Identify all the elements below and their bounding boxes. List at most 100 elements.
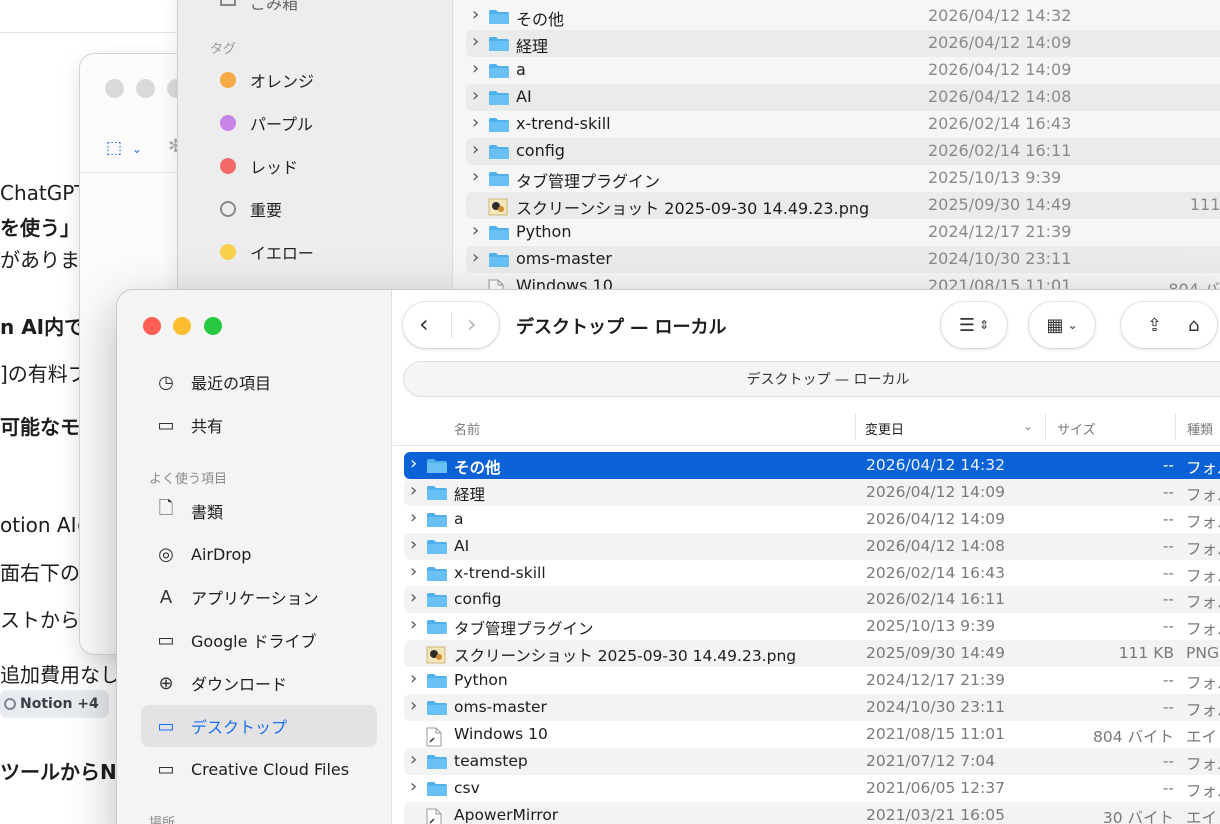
disclosure-chevron-icon[interactable]: › xyxy=(410,561,417,582)
chevron-down-icon[interactable]: ⌄ xyxy=(132,142,142,156)
file-size: -- xyxy=(1162,563,1174,582)
window-button-inactive[interactable] xyxy=(105,79,124,98)
file-row[interactable]: › 経理 2026/04/12 14:09 -- フォル xyxy=(404,478,1220,506)
file-row[interactable]: › teamstep 2021/07/12 7:04 -- フォル xyxy=(404,747,1220,775)
close-button[interactable] xyxy=(143,317,161,335)
tag-icon[interactable]: ⌂ xyxy=(1188,315,1199,336)
column-size[interactable]: サイズ xyxy=(1057,419,1096,438)
file-row[interactable]: › x-trend-skill 2026/02/14 16:43 -- フォル xyxy=(404,560,1220,587)
disclosure-chevron-icon[interactable]: › xyxy=(472,220,479,241)
file-row[interactable]: › Python 2024/12/17 21:39 -- xyxy=(466,219,1220,246)
file-row[interactable]: › タブ管理プラグイン 2025/10/13 9:39 -- フォル xyxy=(404,613,1220,640)
file-row[interactable]: › oms-master 2024/10/30 23:11 -- xyxy=(466,246,1220,273)
file-size: -- xyxy=(1162,671,1174,690)
disclosure-chevron-icon[interactable]: › xyxy=(410,776,417,797)
file-row[interactable]: › AI 2026/04/12 14:08 -- フォル xyxy=(404,532,1220,560)
disclosure-chevron-icon[interactable]: › xyxy=(472,112,479,133)
sidebar-item-airdrop[interactable]: ◎ AirDrop xyxy=(141,533,377,575)
disclosure-chevron-icon[interactable]: › xyxy=(472,58,479,79)
file-size: -- xyxy=(1156,249,1220,268)
file-row[interactable]: › a 2026/04/12 14:09 -- フォル xyxy=(404,506,1220,533)
file-row[interactable]: › タブ管理プラグイン 2025/10/13 9:39 -- xyxy=(466,165,1220,192)
file-row[interactable]: › その他 2026/04/12 14:32 -- フォル xyxy=(404,452,1220,479)
file-row[interactable]: ApowerMirror 2021/03/21 16:05 30 バイトエイリ xyxy=(404,801,1220,824)
file-size: -- xyxy=(1162,751,1174,770)
file-row[interactable]: › oms-master 2024/10/30 23:11 -- フォル xyxy=(404,694,1220,721)
disclosure-chevron-icon[interactable]: › xyxy=(472,85,479,106)
sort-chevron-icon[interactable]: ⌄ xyxy=(1023,419,1033,433)
disclosure-chevron-icon[interactable]: › xyxy=(410,749,417,770)
file-row[interactable]: › 経理 2026/04/12 14:09 -- xyxy=(466,30,1220,57)
back-arrow-icon[interactable]: ‹ xyxy=(419,310,429,338)
disclosure-chevron-icon[interactable]: › xyxy=(410,534,417,555)
disclosure-chevron-icon[interactable]: › xyxy=(410,587,417,608)
back-file-list: › その他 2026/04/12 14:32 -- › 経理 2026/04/12 14:0… xyxy=(466,3,1220,300)
tag-item-yellow[interactable]: イエロー xyxy=(220,240,314,264)
disclosure-chevron-icon[interactable]: › xyxy=(472,247,479,268)
column-date[interactable]: 変更日 xyxy=(865,419,904,438)
view-options-button[interactable]: ☰ ⇕ xyxy=(941,302,1007,348)
file-row[interactable]: › AI 2026/04/12 14:08 -- xyxy=(466,84,1220,111)
column-separator xyxy=(1175,414,1176,440)
alias-file-icon xyxy=(426,808,442,824)
doc-tag-chip[interactable]: Notion +4 xyxy=(0,690,109,718)
file-row[interactable]: › x-trend-skill 2026/02/14 16:43 -- xyxy=(466,111,1220,138)
sidebar-item-documents[interactable]: 🗋 書類 xyxy=(141,490,377,532)
tag-item-red[interactable]: レッド xyxy=(220,154,298,178)
sidebar-item-creative-cloud[interactable]: ▭ Creative Cloud Files xyxy=(141,748,377,790)
file-size: -- xyxy=(1162,617,1174,636)
group-button[interactable]: ▦ ⌄ xyxy=(1029,302,1095,348)
disclosure-chevron-icon[interactable]: › xyxy=(472,166,479,187)
column-name[interactable]: 名前 xyxy=(454,419,480,438)
forward-arrow-icon[interactable]: › xyxy=(467,310,477,338)
path-bar[interactable]: デスクトップ — ローカル xyxy=(403,361,1220,397)
file-row[interactable]: スクリーンショット 2025-09-30 14.49.23.png 2025/09… xyxy=(466,192,1220,219)
tag-item-orange[interactable]: オレンジ xyxy=(220,68,314,92)
file-size: -- xyxy=(1156,114,1220,133)
file-row[interactable]: スクリーンショット 2025-09-30 14.49.23.png 2025/09… xyxy=(404,640,1220,668)
sidebar-item-label: 共有 xyxy=(191,417,224,436)
disclosure-chevron-icon[interactable]: › xyxy=(410,695,417,716)
sidebar-item-trash[interactable]: ごみ箱 xyxy=(250,0,298,14)
file-date: 2026/04/12 14:08 xyxy=(928,87,1072,106)
file-row[interactable]: Windows 10 2021/08/15 11:01 804 バイトエイリ xyxy=(404,721,1220,748)
file-row[interactable]: › csv 2021/06/05 12:37 -- フォル xyxy=(404,775,1220,802)
disclosure-chevron-icon[interactable]: › xyxy=(410,507,417,528)
disclosure-chevron-icon[interactable]: › xyxy=(472,139,479,160)
folder-icon xyxy=(426,512,448,532)
folder-icon xyxy=(426,485,448,505)
disclosure-chevron-icon[interactable]: › xyxy=(472,31,479,52)
tag-item-purple[interactable]: パープル xyxy=(220,111,313,135)
file-row[interactable]: › Python 2024/12/17 21:39 -- フォル xyxy=(404,667,1220,694)
disclosure-chevron-icon[interactable]: › xyxy=(410,453,417,474)
sidebar-item-shared[interactable]: ▭ 共有 xyxy=(141,404,377,446)
file-date: 2026/04/12 14:09 xyxy=(928,33,1072,52)
sidebar-item-desktop[interactable]: ▭ デスクトップ xyxy=(141,705,377,747)
sidebar-item-applications[interactable]: A アプリケーション xyxy=(141,576,377,618)
disclosure-chevron-icon[interactable]: › xyxy=(472,4,479,25)
file-name: Windows 10 xyxy=(454,724,548,743)
file-kind: フォル xyxy=(1186,566,1220,585)
share-icon[interactable]: ⇪ xyxy=(1147,315,1162,336)
window-title: デスクトップ — ローカル xyxy=(516,317,727,338)
minimize-button[interactable] xyxy=(173,317,191,335)
zoom-button[interactable] xyxy=(204,317,222,335)
window-button-inactive[interactable] xyxy=(136,79,155,98)
sidebar-item-recents[interactable]: ◷ 最近の項目 xyxy=(141,361,377,403)
file-row[interactable]: › config 2026/02/14 16:11 -- フォル xyxy=(404,586,1220,614)
file-date: 2025/10/13 9:39 xyxy=(928,168,1062,187)
sidebar-item-google-drive[interactable]: ▭ Google ドライブ xyxy=(141,619,377,661)
disclosure-chevron-icon[interactable]: › xyxy=(410,614,417,635)
disclosure-chevron-icon[interactable]: › xyxy=(410,480,417,501)
selection-tool-icon[interactable]: ⬚ xyxy=(106,138,122,158)
column-kind[interactable]: 種類 xyxy=(1187,419,1213,438)
back-finder-sidebar: ごみ箱 タグ オレンジ パープル レッド 重要 イエロー xyxy=(178,0,453,310)
disclosure-chevron-icon[interactable]: › xyxy=(410,668,417,689)
tag-item-important[interactable]: 重要 xyxy=(220,197,282,221)
file-row[interactable]: › a 2026/04/12 14:09 -- xyxy=(466,57,1220,84)
sidebar-item-downloads[interactable]: ⊕ ダウンロード xyxy=(141,662,377,704)
file-date: 2026/02/14 16:11 xyxy=(928,141,1072,160)
empty-tag-circle-icon xyxy=(220,201,236,217)
file-row[interactable]: › config 2026/02/14 16:11 -- xyxy=(466,138,1220,165)
file-row[interactable]: › その他 2026/04/12 14:32 -- xyxy=(466,3,1220,30)
